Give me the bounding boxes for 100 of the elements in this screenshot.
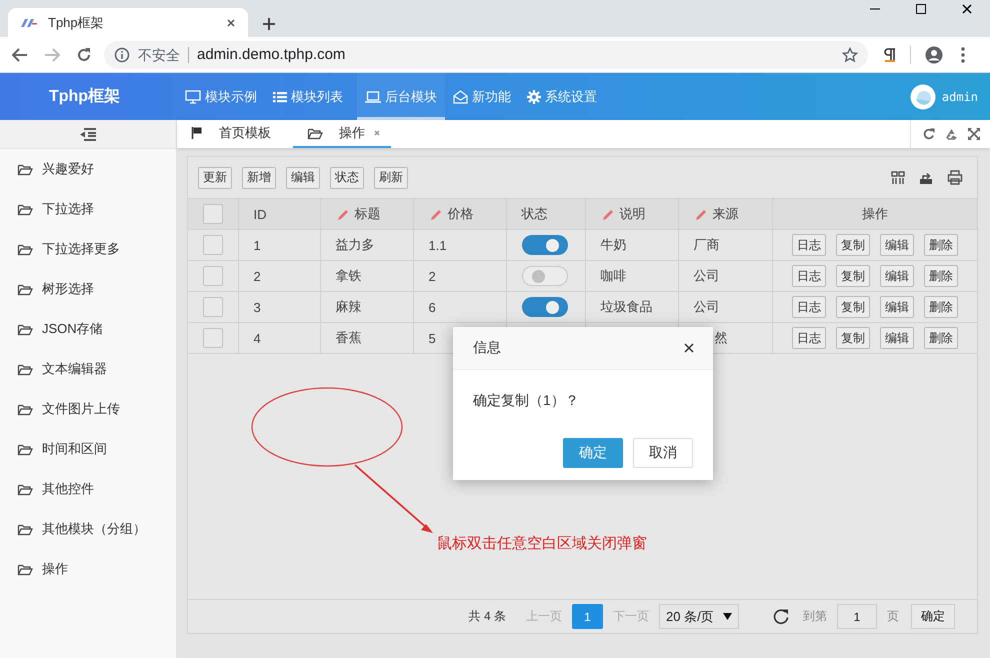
laptop-icon (365, 90, 381, 102)
export-icon[interactable] (919, 170, 933, 184)
sidebar-item[interactable]: 其他模块（分组） (0, 509, 176, 549)
page-tab[interactable]: 首页模板 (177, 120, 281, 148)
avatar-icon (910, 84, 936, 110)
row-action-button[interactable]: 日志 (792, 234, 826, 256)
sidebar-item[interactable]: 文件图片上传 (0, 389, 176, 429)
column-header: 操作 (862, 205, 888, 223)
sidebar-item[interactable]: 文本编辑器 (0, 349, 176, 389)
fullscreen-icon[interactable] (968, 128, 980, 140)
star-icon[interactable] (842, 46, 858, 62)
toolbar-button[interactable]: 状态 (330, 166, 364, 188)
menu-icon[interactable] (961, 46, 965, 62)
table-cell: 1.1 (428, 238, 447, 252)
folder-icon (307, 126, 323, 140)
folder-icon (17, 202, 33, 216)
table-cell: 牛奶 (600, 237, 626, 252)
url-text: admin.demo.tphp.com (197, 46, 346, 63)
toolbar-button[interactable]: 更新 (198, 166, 232, 188)
print-icon[interactable] (947, 170, 963, 185)
row-action-button[interactable]: 编辑 (880, 234, 914, 256)
checkbox[interactable] (203, 297, 223, 317)
sidebar-item[interactable]: 其他控件 (0, 469, 176, 509)
toolbar-button[interactable]: 编辑 (286, 166, 320, 188)
row-action-button[interactable]: 编辑 (880, 327, 914, 349)
column-header: 标题 (354, 205, 380, 223)
nav-item[interactable]: 模块列表 (271, 73, 351, 120)
row-action-button[interactable]: 复制 (836, 327, 870, 349)
folder-icon (17, 562, 33, 576)
row-action-button[interactable]: 日志 (792, 296, 826, 318)
row-action-button[interactable]: 删除 (924, 265, 958, 287)
table-cell: 拿铁 (336, 268, 362, 283)
pilcrow-icon[interactable] (882, 46, 896, 62)
row-action-button[interactable]: 复制 (836, 296, 870, 318)
nav-item[interactable]: 模块示例 (183, 73, 265, 120)
checkbox[interactable] (203, 235, 223, 255)
status-toggle[interactable] (522, 297, 568, 317)
close-icon[interactable] (683, 342, 695, 354)
back-icon[interactable] (12, 48, 28, 62)
row-action-button[interactable]: 编辑 (880, 296, 914, 318)
account-icon[interactable] (925, 46, 943, 64)
page-size-select[interactable]: 20 条/页 (659, 604, 739, 629)
folder-icon (17, 402, 33, 416)
table-cell: 公司 (694, 268, 720, 283)
favicon-icon (20, 16, 38, 28)
row-action-button[interactable]: 删除 (924, 296, 958, 318)
cancel-button[interactable]: 取消 (633, 438, 693, 468)
flag-icon (191, 126, 203, 140)
pencil-icon (600, 208, 614, 220)
toolbar-button[interactable]: 刷新 (374, 166, 408, 188)
table-cell: 厂商 (694, 237, 720, 252)
table-cell: 麻辣 (336, 299, 362, 314)
go-button[interactable]: 确定 (911, 604, 955, 629)
row-action-button[interactable]: 删除 (924, 327, 958, 349)
sidebar-item[interactable]: 下拉选择 (0, 189, 176, 229)
folder-icon (17, 322, 33, 336)
row-action-button[interactable]: 编辑 (880, 265, 914, 287)
table-cell: 3 (254, 300, 261, 314)
recycle-icon[interactable] (945, 128, 958, 140)
row-action-button[interactable]: 删除 (924, 234, 958, 256)
refresh-icon[interactable] (771, 606, 791, 626)
browser-tab[interactable]: Tphp框架 (8, 8, 248, 37)
columns-icon[interactable] (891, 170, 905, 184)
table-cell: 公司 (694, 299, 720, 314)
maximize-icon[interactable] (915, 3, 927, 15)
column-header: 状态 (522, 205, 548, 223)
sidebar-item[interactable]: 树形选择 (0, 269, 176, 309)
dialog-title: 信息 (473, 339, 501, 357)
reload-icon[interactable] (76, 46, 92, 62)
page-input[interactable]: 1 (837, 604, 877, 629)
checkbox[interactable] (203, 328, 223, 348)
new-tab-icon[interactable] (262, 17, 276, 31)
sidebar-item[interactable]: 兴趣爱好 (0, 149, 176, 189)
table-cell: 5 (428, 330, 436, 346)
table-cell: 6 (428, 300, 436, 314)
sidebar-item[interactable]: 操作 (0, 549, 176, 589)
toolbar-button[interactable]: 新增 (242, 166, 276, 188)
refresh-icon[interactable] (923, 128, 935, 140)
folder-icon (17, 442, 33, 456)
sidebar-item[interactable]: 时间和区间 (0, 429, 176, 469)
pencil-icon (694, 208, 706, 220)
row-action-button[interactable]: 日志 (792, 327, 826, 349)
address-bar[interactable]: 不安全 admin.demo.tphp.com (104, 40, 868, 68)
table-cell: 垃圾食品 (600, 299, 652, 314)
close-icon[interactable] (226, 18, 236, 28)
checkbox[interactable] (203, 204, 223, 224)
row-action-button[interactable]: 复制 (836, 265, 870, 287)
caret-icon (723, 613, 732, 620)
close-icon[interactable] (961, 3, 973, 15)
menu-collapse-icon[interactable] (79, 127, 97, 141)
row-action-button[interactable]: 复制 (836, 234, 870, 256)
folder-icon (17, 282, 33, 296)
sidebar-item[interactable]: 下拉选择更多 (0, 229, 176, 269)
sidebar-item[interactable]: JSON存储 (0, 309, 176, 349)
status-toggle[interactable] (522, 266, 568, 286)
column-header: 来源 (712, 205, 738, 223)
row-action-button[interactable]: 日志 (792, 265, 826, 287)
checkbox[interactable] (203, 266, 223, 286)
folder-icon (17, 162, 33, 176)
status-toggle[interactable] (522, 235, 568, 255)
